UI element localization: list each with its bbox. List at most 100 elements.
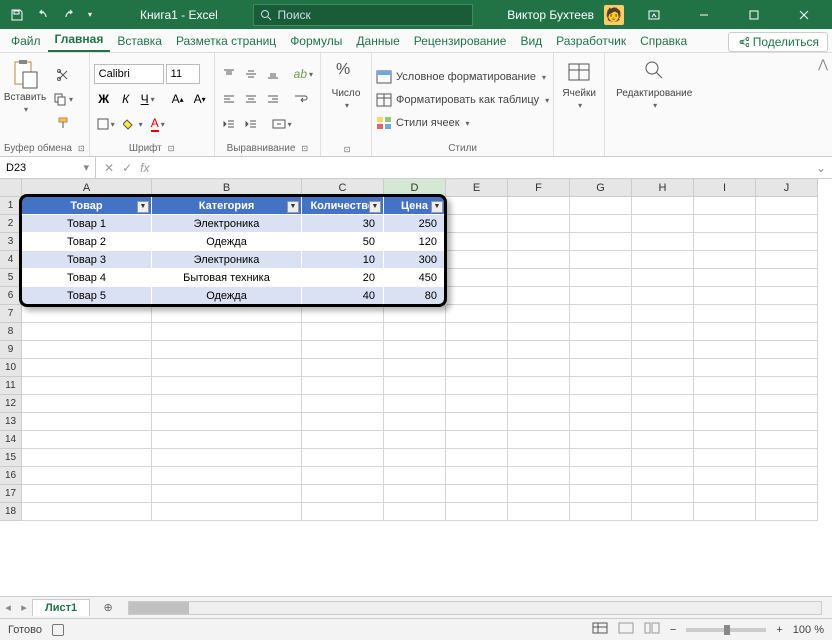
cell[interactable] <box>22 341 152 359</box>
shrink-font-button[interactable]: A▾ <box>190 89 210 109</box>
cell[interactable] <box>446 467 508 485</box>
table-cell[interactable]: 30 <box>302 215 384 233</box>
cell[interactable] <box>570 323 632 341</box>
table-cell[interactable]: Одежда <box>152 287 302 305</box>
table-cell[interactable]: Электроника <box>152 251 302 269</box>
cell[interactable] <box>508 431 570 449</box>
cell[interactable] <box>632 449 694 467</box>
zoom-level[interactable]: 100 % <box>793 624 824 636</box>
cell[interactable] <box>756 269 818 287</box>
fill-color-button[interactable]: ▾ <box>120 114 146 134</box>
table-cell[interactable]: Электроника <box>152 215 302 233</box>
cell[interactable] <box>508 323 570 341</box>
cell[interactable] <box>570 287 632 305</box>
tab-view[interactable]: Вид <box>513 30 549 52</box>
cell[interactable] <box>694 215 756 233</box>
cell[interactable] <box>302 449 384 467</box>
col-header[interactable]: C <box>302 179 384 197</box>
cell[interactable] <box>632 233 694 251</box>
cell[interactable] <box>756 359 818 377</box>
cell[interactable] <box>22 395 152 413</box>
sheet-prev-icon[interactable]: ◂ <box>0 601 16 614</box>
row-header[interactable]: 18 <box>0 503 22 521</box>
cell[interactable] <box>632 413 694 431</box>
col-header[interactable]: A <box>22 179 152 197</box>
cell[interactable] <box>302 305 384 323</box>
cell[interactable] <box>384 341 446 359</box>
cell[interactable] <box>632 323 694 341</box>
cell[interactable] <box>152 359 302 377</box>
row-header[interactable]: 10 <box>0 359 22 377</box>
cell[interactable] <box>446 323 508 341</box>
cell[interactable] <box>632 197 694 215</box>
cell[interactable] <box>22 467 152 485</box>
cell[interactable] <box>632 359 694 377</box>
cell[interactable] <box>152 323 302 341</box>
cell[interactable] <box>694 485 756 503</box>
cell[interactable] <box>632 431 694 449</box>
cell[interactable] <box>446 287 508 305</box>
cell[interactable] <box>570 341 632 359</box>
cell[interactable] <box>508 377 570 395</box>
cell[interactable] <box>694 413 756 431</box>
cell[interactable] <box>446 233 508 251</box>
cell[interactable] <box>508 269 570 287</box>
col-header[interactable]: I <box>694 179 756 197</box>
col-header[interactable]: B <box>152 179 302 197</box>
table-cell[interactable]: Товар 4 <box>22 269 152 287</box>
cell[interactable] <box>570 233 632 251</box>
undo-icon[interactable] <box>34 6 52 24</box>
cell[interactable] <box>632 503 694 521</box>
grid[interactable]: ABCDEFGHIJ1Товар▼Категория▼Количество▼Це… <box>0 179 832 596</box>
tab-formulas[interactable]: Формулы <box>283 30 349 52</box>
orientation-button[interactable]: ab▾ <box>291 64 316 84</box>
cell[interactable] <box>570 359 632 377</box>
cell[interactable] <box>446 395 508 413</box>
col-header[interactable]: F <box>508 179 570 197</box>
table-header[interactable]: Цена▼ <box>384 197 446 215</box>
name-box[interactable]: D23▾ <box>0 157 96 178</box>
zoom-slider[interactable] <box>686 628 766 632</box>
cell[interactable] <box>756 449 818 467</box>
cell[interactable] <box>152 503 302 521</box>
row-header[interactable]: 3 <box>0 233 22 251</box>
cell[interactable] <box>152 467 302 485</box>
table-cell[interactable]: 50 <box>302 233 384 251</box>
cell[interactable] <box>508 215 570 233</box>
accept-formula-icon[interactable]: ✓ <box>122 161 132 175</box>
cell[interactable] <box>152 395 302 413</box>
wrap-text-button[interactable] <box>291 89 311 109</box>
filter-icon[interactable]: ▼ <box>431 201 443 213</box>
row-header[interactable]: 5 <box>0 269 22 287</box>
cell[interactable] <box>756 377 818 395</box>
filter-icon[interactable]: ▼ <box>369 201 381 213</box>
cell[interactable] <box>756 431 818 449</box>
cell[interactable] <box>446 503 508 521</box>
sheet-next-icon[interactable]: ▸ <box>16 601 32 614</box>
cell[interactable] <box>570 503 632 521</box>
cell[interactable] <box>446 359 508 377</box>
cell[interactable] <box>446 377 508 395</box>
cell[interactable] <box>508 359 570 377</box>
cell[interactable] <box>632 269 694 287</box>
cell[interactable] <box>632 395 694 413</box>
row-header[interactable]: 9 <box>0 341 22 359</box>
cell[interactable] <box>302 323 384 341</box>
table-cell[interactable]: 120 <box>384 233 446 251</box>
hscrollbar[interactable] <box>128 601 822 615</box>
cell[interactable] <box>694 305 756 323</box>
align-launcher-icon[interactable]: ⊡ <box>301 144 308 153</box>
tab-home[interactable]: Главная <box>48 28 111 52</box>
table-cell[interactable]: 40 <box>302 287 384 305</box>
table-header[interactable]: Категория▼ <box>152 197 302 215</box>
cell[interactable] <box>384 467 446 485</box>
ribbon-display-icon[interactable] <box>634 1 674 29</box>
fx-icon[interactable]: fx <box>140 161 149 175</box>
cell[interactable] <box>632 251 694 269</box>
cell[interactable] <box>570 215 632 233</box>
tab-layout[interactable]: Разметка страниц <box>169 30 283 52</box>
cell[interactable] <box>384 413 446 431</box>
tab-file[interactable]: Файл <box>4 30 48 52</box>
table-header[interactable]: Товар▼ <box>22 197 152 215</box>
cut-button[interactable] <box>50 65 76 85</box>
